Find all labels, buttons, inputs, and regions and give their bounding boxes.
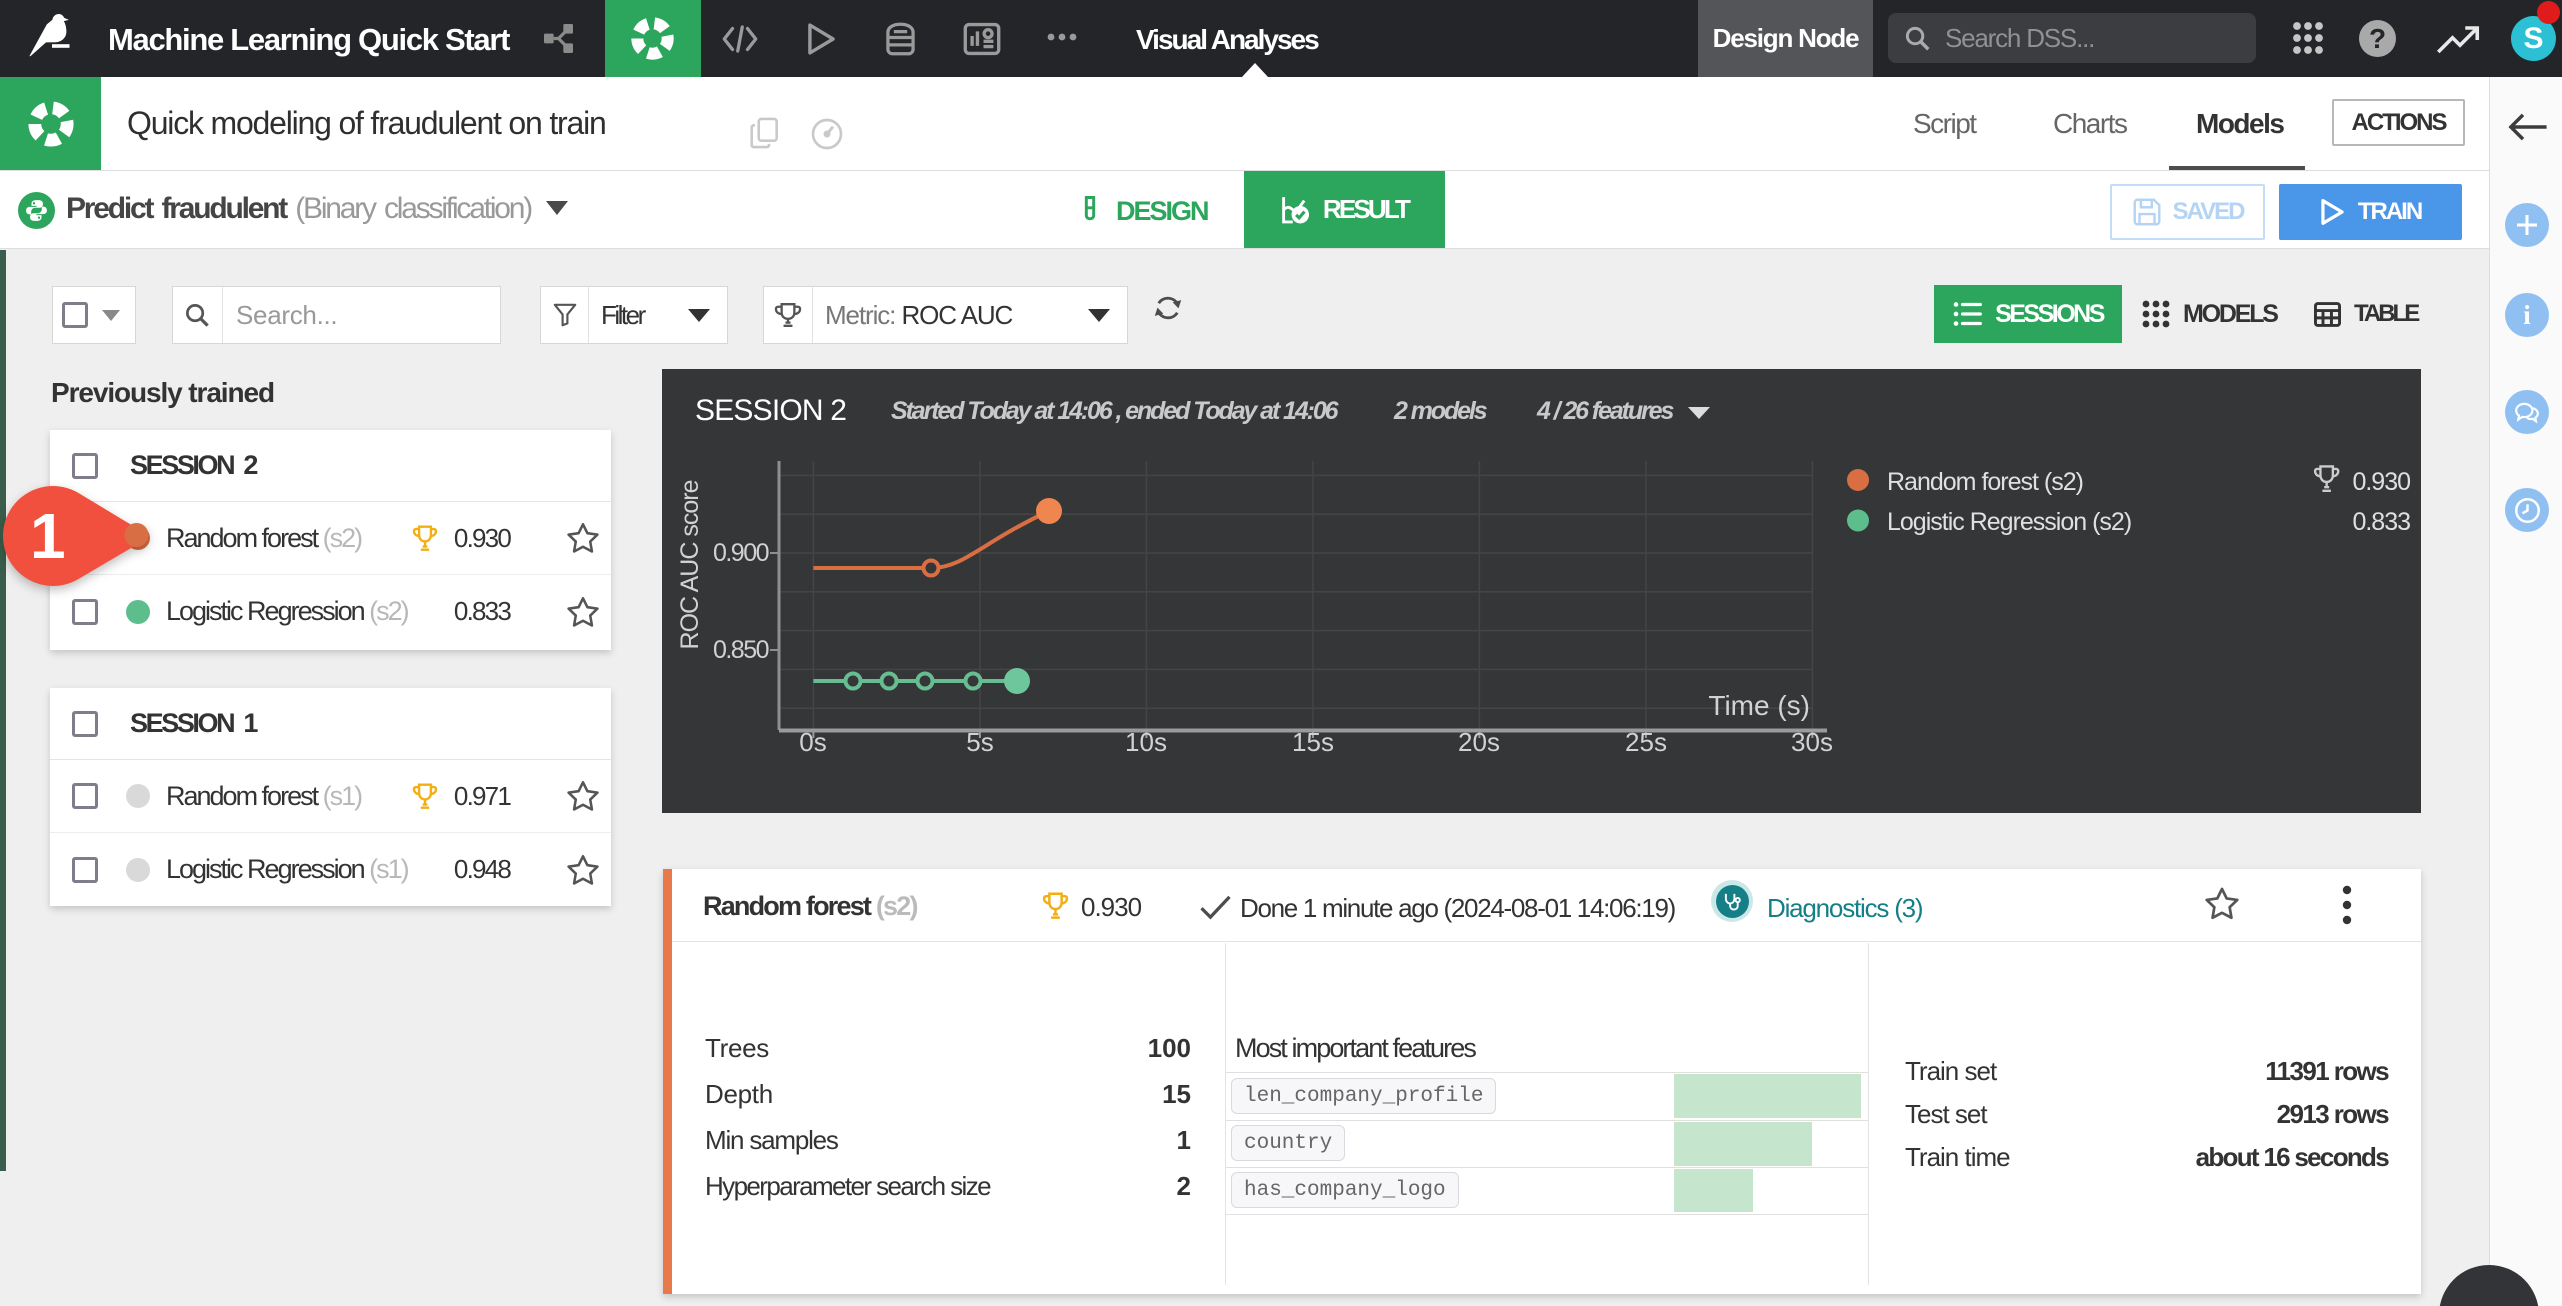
svg-text:0s: 0s <box>799 727 826 757</box>
svg-text:0.930: 0.930 <box>2352 468 2410 496</box>
svg-text:15s: 15s <box>1292 727 1334 757</box>
svg-text:0.850: 0.850 <box>713 636 769 664</box>
svg-text:25s: 25s <box>1625 727 1667 757</box>
svg-text:ROC AUC score: ROC AUC score <box>676 480 704 649</box>
svg-text:1: 1 <box>30 500 66 572</box>
svg-text:Time (s): Time (s) <box>1708 690 1810 721</box>
svg-text:0.900: 0.900 <box>713 539 769 567</box>
svg-text:Random forest (s2): Random forest (s2) <box>1887 468 2083 496</box>
svg-text:30s: 30s <box>1791 727 1833 757</box>
svg-text:10s: 10s <box>1125 727 1167 757</box>
svg-text:5s: 5s <box>966 727 993 757</box>
svg-text:0.833: 0.833 <box>2352 508 2410 536</box>
svg-text:20s: 20s <box>1458 727 1500 757</box>
svg-text:Logistic Regression (s2): Logistic Regression (s2) <box>1887 508 2131 536</box>
